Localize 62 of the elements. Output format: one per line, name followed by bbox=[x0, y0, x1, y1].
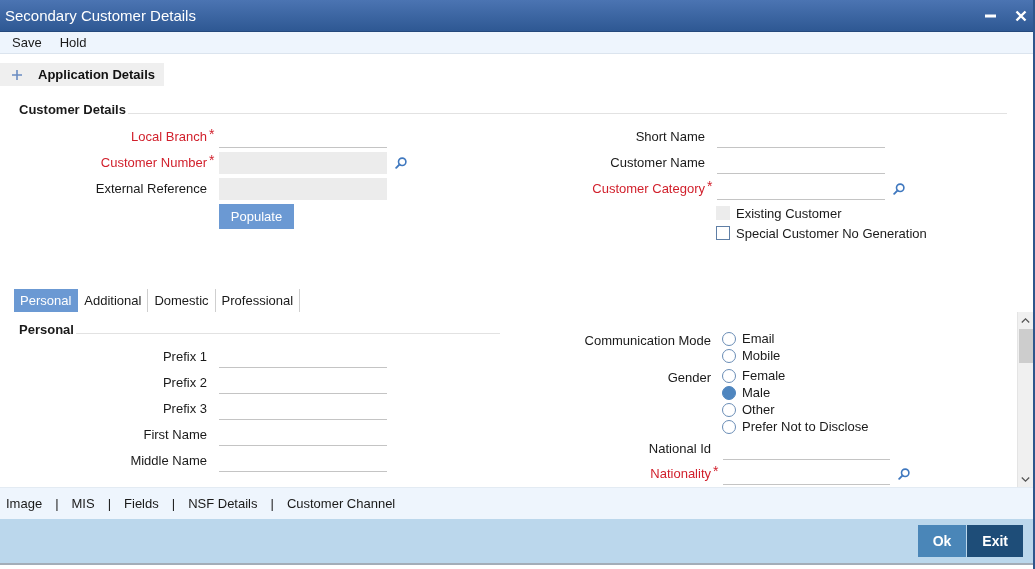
link-separator: | bbox=[171, 496, 176, 511]
section-heading: Personal bbox=[19, 322, 74, 337]
field-label: Prefix 1 bbox=[162, 348, 207, 366]
window-title: Secondary Customer Details bbox=[5, 7, 196, 24]
footer-link[interactable]: Fields bbox=[124, 496, 159, 511]
radio-button[interactable] bbox=[722, 385, 736, 400]
required-asterisk: * bbox=[209, 126, 215, 142]
radio-label: Prefer Not to Disclose bbox=[742, 419, 869, 434]
menu-item[interactable]: Hold bbox=[53, 32, 93, 53]
action-button[interactable]: Ok bbox=[917, 525, 967, 557]
field-label: External Reference bbox=[95, 180, 207, 198]
field-label: Nationality bbox=[650, 465, 711, 483]
radio-button[interactable] bbox=[722, 368, 736, 383]
checkbox-label: Special Customer No Generation bbox=[736, 225, 927, 241]
required-asterisk: * bbox=[209, 152, 215, 168]
scrollbar-thumb[interactable] bbox=[1018, 329, 1033, 363]
field-label: Communication Mode bbox=[584, 332, 711, 349]
radio-label: Other bbox=[742, 402, 775, 417]
field-label: Short Name bbox=[635, 128, 705, 146]
radio-label: Mobile bbox=[742, 348, 781, 363]
radio-button[interactable] bbox=[722, 348, 736, 363]
link-separator: | bbox=[55, 496, 59, 511]
menu-item[interactable]: Save bbox=[6, 32, 48, 53]
checkbox[interactable] bbox=[716, 226, 730, 240]
field-label: First Name bbox=[143, 426, 207, 444]
radio-label: Email bbox=[742, 331, 775, 346]
field-label: Customer Number bbox=[100, 154, 207, 172]
link-separator: | bbox=[270, 496, 274, 511]
tab[interactable]: Domestic bbox=[148, 289, 216, 312]
tab[interactable]: Additional bbox=[78, 289, 149, 312]
footer-link[interactable]: Image bbox=[6, 496, 43, 511]
field-label: Customer Category bbox=[592, 180, 705, 198]
minimize-icon[interactable] bbox=[985, 13, 996, 18]
footer-link[interactable]: NSF Details bbox=[188, 496, 258, 511]
field-label: Middle Name bbox=[130, 452, 207, 470]
footer-link[interactable]: MIS bbox=[71, 496, 95, 511]
search-icon[interactable] bbox=[893, 183, 905, 195]
field-label: Gender bbox=[667, 369, 711, 386]
required-asterisk: * bbox=[713, 463, 719, 479]
search-icon[interactable] bbox=[898, 468, 910, 480]
radio-button[interactable] bbox=[722, 331, 736, 346]
radio-button[interactable] bbox=[722, 419, 736, 434]
field-label: Customer Name bbox=[610, 154, 705, 172]
scroll-down-icon[interactable] bbox=[1021, 477, 1030, 482]
field-label: Local Branch bbox=[131, 128, 207, 146]
scroll-up-icon[interactable] bbox=[1021, 318, 1030, 323]
field-label: Prefix 3 bbox=[162, 400, 207, 418]
required-asterisk: * bbox=[707, 178, 713, 194]
field-label: Prefix 2 bbox=[162, 374, 207, 392]
link-separator: | bbox=[107, 496, 112, 511]
close-icon[interactable] bbox=[1015, 9, 1027, 22]
checkbox-label: Existing Customer bbox=[736, 205, 842, 221]
radio-label: Male bbox=[742, 385, 771, 400]
radio-label: Female bbox=[742, 368, 786, 383]
tab[interactable]: Professional bbox=[215, 289, 301, 312]
section-toggle[interactable]: Application Details bbox=[0, 63, 164, 86]
field-label: National Id bbox=[648, 440, 711, 458]
section-heading: Customer Details bbox=[19, 102, 126, 117]
action-button[interactable]: Exit bbox=[967, 525, 1023, 557]
footer-link[interactable]: Customer Channel bbox=[286, 496, 396, 511]
radio-button[interactable] bbox=[722, 402, 736, 417]
scrollbar[interactable] bbox=[1017, 312, 1033, 487]
